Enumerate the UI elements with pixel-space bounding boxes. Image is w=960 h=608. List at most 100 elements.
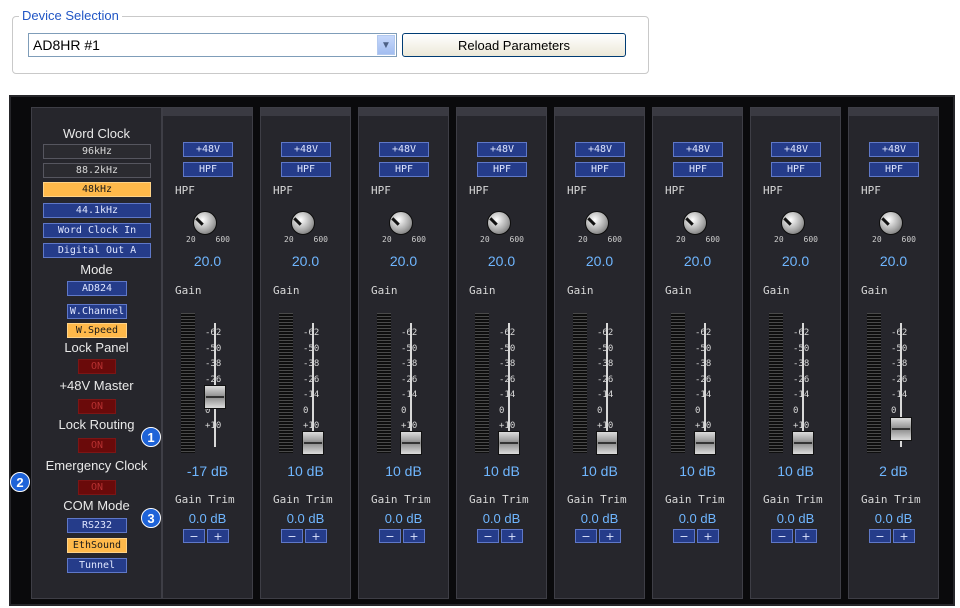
channel-header-bar	[751, 108, 840, 116]
knob-scale: 20 600	[284, 235, 328, 244]
chevron-down-icon[interactable]: ▼	[377, 35, 395, 55]
mixer-panel: Word Clock 96kHz 88.2kHz 48kHz 44.1kHz W…	[9, 95, 955, 606]
phantom-48v-button[interactable]: +48V	[673, 142, 723, 157]
com-mode-tunnel-button[interactable]: Tunnel	[67, 558, 127, 573]
gain-fader-handle[interactable]	[204, 384, 226, 409]
hpf-value: 20.0	[585, 253, 614, 269]
hpf-button[interactable]: HPF	[771, 162, 821, 177]
hpf-knob[interactable]	[193, 211, 217, 235]
knob-indicator	[489, 217, 498, 226]
trim-decrease-button[interactable]: −	[477, 529, 499, 543]
trim-decrease-button[interactable]: −	[183, 529, 205, 543]
mode-wchannel-button[interactable]: W.Channel	[67, 304, 127, 319]
word-clock-44-1khz-button[interactable]: 44.1kHz	[43, 203, 151, 218]
reload-parameters-button[interactable]: Reload Parameters	[402, 33, 626, 57]
hpf-button[interactable]: HPF	[281, 162, 331, 177]
word-clock-88-2khz-button[interactable]: 88.2kHz	[43, 163, 151, 178]
lock-routing-toggle[interactable]: ON	[78, 438, 116, 453]
channel-strip-7: +48V HPF HPF 20 600 20.0 Gain -62 -50 -3…	[750, 107, 841, 599]
trim-increase-button[interactable]: +	[893, 529, 915, 543]
hpf-button[interactable]: HPF	[673, 162, 723, 177]
trim-decrease-button[interactable]: −	[379, 529, 401, 543]
emergency-clock-toggle[interactable]: ON	[78, 480, 116, 495]
com-mode-rs232-button[interactable]: RS232	[67, 518, 127, 533]
gain-fader-handle[interactable]	[498, 431, 520, 455]
hpf-button[interactable]: HPF	[575, 162, 625, 177]
trim-increase-button[interactable]: +	[305, 529, 327, 543]
channel-strip-5: +48V HPF HPF 20 600 20.0 Gain -62 -50 -3…	[554, 107, 645, 599]
knob-max-label: 600	[509, 235, 524, 244]
gain-fader-handle[interactable]	[596, 431, 618, 455]
fader-scale: -62 -50 -38 -26 -14 0 +10	[499, 326, 547, 435]
knob-indicator	[391, 217, 400, 226]
gain-fader-handle[interactable]	[694, 431, 716, 455]
hpf-button[interactable]: HPF	[379, 162, 429, 177]
gain-label: Gain	[371, 284, 398, 297]
hpf-knob[interactable]	[585, 211, 609, 235]
trim-increase-button[interactable]: +	[599, 529, 621, 543]
com-mode-ethsound-button[interactable]: EthSound	[67, 538, 127, 553]
trim-decrease-button[interactable]: −	[281, 529, 303, 543]
trim-decrease-button[interactable]: −	[575, 529, 597, 543]
hpf-knob[interactable]	[487, 211, 511, 235]
word-clock-48khz-button[interactable]: 48kHz	[43, 182, 151, 197]
trim-increase-button[interactable]: +	[697, 529, 719, 543]
scale-tick: -38	[205, 359, 222, 369]
trim-increase-button[interactable]: +	[403, 529, 425, 543]
phantom-48v-button[interactable]: +48V	[477, 142, 527, 157]
word-clock-label: Word Clock	[63, 126, 130, 141]
hpf-knob[interactable]	[291, 211, 315, 235]
hpf-knob[interactable]	[879, 211, 903, 235]
device-select-dropdown[interactable]: AD8HR #1 ▼	[28, 33, 397, 57]
phantom-48v-button[interactable]: +48V	[771, 142, 821, 157]
phantom-48v-button[interactable]: +48V	[575, 142, 625, 157]
gain-trim-value: 0.0 dB	[776, 511, 815, 526]
knob-scale: 20 600	[382, 235, 426, 244]
gain-fader-handle[interactable]	[890, 417, 912, 442]
trim-decrease-button[interactable]: −	[673, 529, 695, 543]
gain-label: Gain	[469, 284, 496, 297]
level-meter	[867, 313, 881, 453]
hpf-knob[interactable]	[389, 211, 413, 235]
fader-scale: -62 -50 -38 -26 -14 0 +10	[793, 326, 841, 435]
scale-tick: -14	[597, 390, 614, 400]
trim-decrease-button[interactable]: −	[771, 529, 793, 543]
master-48v-toggle[interactable]: ON	[78, 399, 116, 414]
scale-tick: -38	[891, 359, 908, 369]
scale-tick: -26	[401, 374, 418, 385]
gain-fader-handle[interactable]	[400, 431, 422, 455]
scale-tick: -62	[597, 328, 614, 338]
hpf-button[interactable]: HPF	[477, 162, 527, 177]
gain-fader-handle[interactable]	[792, 431, 814, 455]
hpf-label: HPF	[175, 184, 195, 197]
word-clock-in-button[interactable]: Word Clock In	[43, 223, 151, 238]
trim-increase-button[interactable]: +	[795, 529, 817, 543]
phantom-48v-button[interactable]: +48V	[281, 142, 331, 157]
hpf-value: 20.0	[291, 253, 320, 269]
hpf-knob[interactable]	[683, 211, 707, 235]
trim-increase-button[interactable]: +	[501, 529, 523, 543]
gain-fader-handle[interactable]	[302, 431, 324, 455]
hpf-button[interactable]: HPF	[183, 162, 233, 177]
hpf-knob[interactable]	[781, 211, 805, 235]
knob-min-label: 20	[872, 235, 882, 244]
level-meter	[671, 313, 685, 453]
hpf-button[interactable]: HPF	[869, 162, 919, 177]
phantom-48v-button[interactable]: +48V	[183, 142, 233, 157]
knob-min-label: 20	[186, 235, 196, 244]
hpf-value: 20.0	[487, 253, 516, 269]
knob-indicator	[685, 217, 694, 226]
emergency-clock-label: Emergency Clock	[45, 458, 148, 473]
channel-strip-3: +48V HPF HPF 20 600 20.0 Gain -62 -50 -3…	[358, 107, 449, 599]
mode-ad824-button[interactable]: AD824	[67, 281, 127, 296]
gain-label: Gain	[763, 284, 790, 297]
word-clock-96khz-button[interactable]: 96kHz	[43, 144, 151, 159]
mode-wspeed-button[interactable]: W.Speed	[67, 323, 127, 338]
digital-out-a-button[interactable]: Digital Out A	[43, 243, 151, 258]
fader-scale: -62 -50 -38 -26 -14 0 +10	[695, 326, 743, 435]
lock-panel-toggle[interactable]: ON	[78, 359, 116, 374]
phantom-48v-button[interactable]: +48V	[869, 142, 919, 157]
trim-decrease-button[interactable]: −	[869, 529, 891, 543]
trim-increase-button[interactable]: +	[207, 529, 229, 543]
phantom-48v-button[interactable]: +48V	[379, 142, 429, 157]
